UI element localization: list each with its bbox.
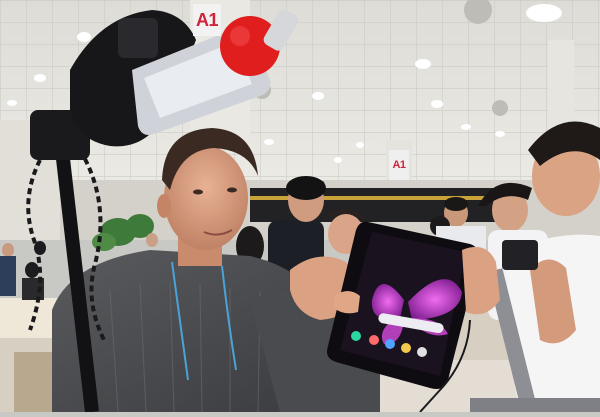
photo-scene: A1 A1	[0, 0, 600, 413]
booth-sign-a1: A1	[193, 4, 221, 36]
booth-sign-a1-far: A1	[389, 150, 409, 180]
photo-illustration	[0, 0, 600, 413]
counter-left	[0, 298, 58, 338]
